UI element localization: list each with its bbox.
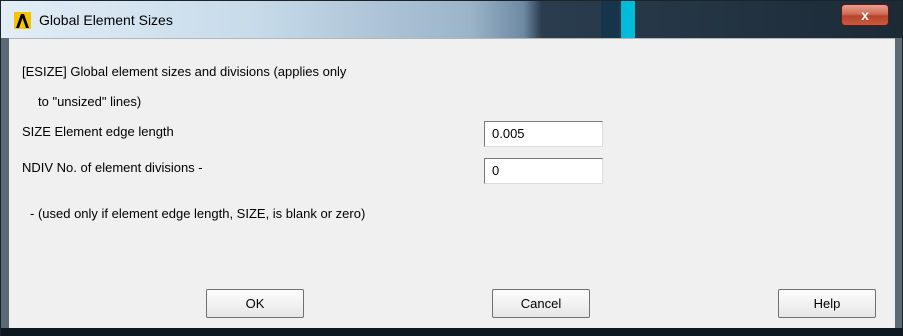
help-button[interactable]: Help (778, 289, 876, 318)
size-label: SIZE Element edge length (22, 124, 174, 139)
dialog-window: Global Element Sizes x [ESIZE] Global el… (0, 0, 903, 336)
esize-header-line2: to "unsized" lines) (38, 94, 142, 109)
ndiv-input[interactable]: 0 (484, 158, 603, 184)
window-title: Global Element Sizes (39, 12, 173, 28)
size-usage-note: - (used only if element edge length, SIZ… (30, 206, 366, 221)
esize-header-line1: [ESIZE] Global element sizes and divisio… (22, 64, 347, 79)
ok-button[interactable]: OK (206, 289, 304, 318)
dialog-content: [ESIZE] Global element sizes and divisio… (9, 38, 895, 330)
cancel-button[interactable]: Cancel (492, 289, 590, 318)
ndiv-label: NDIV No. of element divisions - (22, 160, 203, 175)
close-button[interactable]: x (841, 4, 889, 26)
title-bar[interactable]: Global Element Sizes x (1, 1, 902, 38)
close-icon: x (861, 7, 869, 23)
size-input[interactable]: 0.005 (484, 121, 603, 147)
ansys-logo-icon (14, 12, 31, 29)
